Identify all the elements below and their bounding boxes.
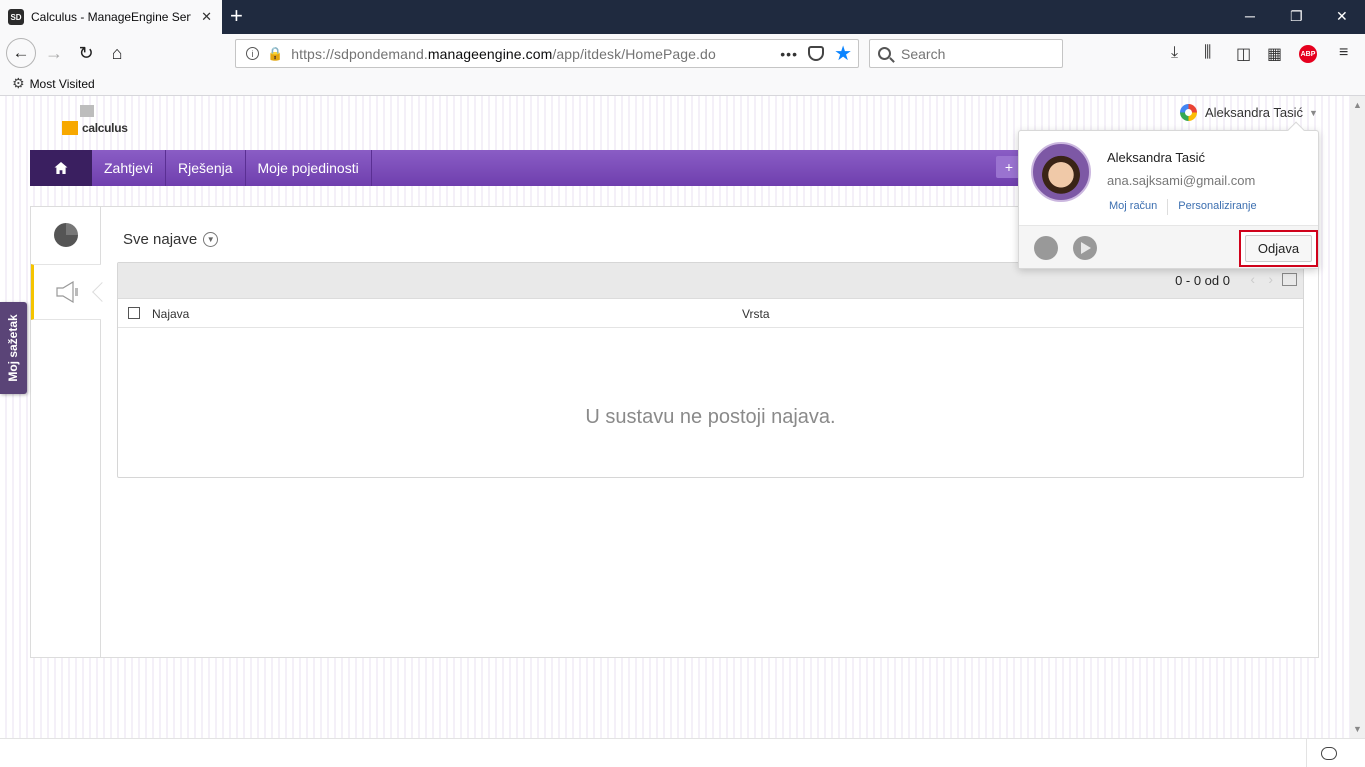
new-tab-icon[interactable]: + [230, 5, 243, 27]
select-all-checkbox[interactable] [128, 307, 140, 319]
bookmark-most-visited[interactable]: Most Visited [30, 77, 95, 91]
extensions-icon[interactable]: ▦ [1267, 44, 1282, 64]
forward-icon[interactable]: → [40, 39, 68, 67]
page-content: calculus Aleksandra Tasić ▼ Zahtjevi Rje… [0, 96, 1350, 738]
logout-button[interactable]: Odjava [1244, 235, 1313, 262]
info-icon[interactable]: i [246, 47, 259, 60]
vertical-scrollbar[interactable]: ▲ ▼ [1350, 96, 1365, 738]
gear-icon: ⚙ [12, 75, 25, 91]
search-bar[interactable] [869, 39, 1063, 68]
url-text[interactable]: https://sdpondemand.manageengine.com/app… [291, 46, 716, 62]
search-input[interactable] [901, 45, 1051, 62]
user-name: Aleksandra Tasić [1205, 105, 1304, 120]
calculus-logo[interactable]: calculus [62, 105, 132, 137]
logout-highlight: Odjava [1239, 230, 1318, 267]
bottom-bar [0, 738, 1365, 767]
search-icon [878, 47, 891, 60]
close-tab-icon[interactable]: ✕ [201, 9, 212, 25]
announcements-widget-tab[interactable] [31, 264, 112, 320]
column-header-najava[interactable]: Najava [152, 307, 189, 321]
google-play-icon[interactable] [1073, 236, 1097, 260]
popup-footer: Odjava [1019, 225, 1318, 268]
scroll-down-icon[interactable]: ▼ [1353, 724, 1362, 734]
downloads-icon[interactable]: ⤓ [1171, 44, 1178, 62]
main-menu: Zahtjevi Rješenja Moje pojedinosti + [30, 150, 1100, 186]
summary-side-tab[interactable]: Moj sažetak [0, 302, 27, 394]
favicon-icon: SD [8, 9, 24, 25]
menu-item-moje-pojedinosti[interactable]: Moje pojedinosti [246, 150, 372, 186]
dashboard-widget-tab[interactable] [31, 207, 101, 263]
bookmark-star-icon[interactable]: ★ [834, 41, 852, 66]
bookmarks-bar: ⚙ Most Visited [0, 72, 1365, 96]
announcements-table: 0 - 0 od 0 ‹ › Najava Vrsta U sustavu ne… [117, 262, 1304, 478]
back-icon[interactable]: ← [6, 38, 36, 68]
avatar [1031, 142, 1091, 202]
widget-column [31, 207, 112, 657]
chevron-down-icon: ▼ [1309, 107, 1318, 118]
chevron-down-icon[interactable]: ▼ [203, 232, 219, 247]
user-menu-toggle[interactable]: Aleksandra Tasić ▼ [1180, 104, 1318, 121]
home-button[interactable] [30, 150, 92, 186]
url-bar[interactable]: i 🔒 https://sdpondemand.manageengine.com… [235, 39, 859, 68]
view-selector[interactable]: Sve najave ▼ [123, 231, 219, 248]
chat-button[interactable] [1306, 739, 1350, 767]
menu-icon[interactable]: ≡ [1339, 44, 1348, 62]
megaphone-icon [55, 281, 78, 303]
apple-app-icon[interactable] [1034, 236, 1058, 260]
library-icon[interactable]: ⫼ [1204, 44, 1211, 62]
next-page-icon[interactable]: › [1268, 271, 1273, 287]
page-actions-icon[interactable]: ••• [780, 46, 798, 62]
lock-icon: 🔒 [267, 45, 284, 61]
sidebar-icon[interactable]: ◫ [1236, 44, 1251, 64]
pagination-text: 0 - 0 od 0 [1175, 273, 1230, 288]
user-popup: Aleksandra Tasić ana.sajksami@gmail.com … [1018, 121, 1319, 269]
pocket-icon[interactable] [808, 46, 824, 61]
table-header: Najava Vrsta [118, 299, 1303, 328]
adblock-icon[interactable]: ABP [1299, 45, 1317, 63]
prev-page-icon[interactable]: ‹ [1250, 271, 1255, 287]
my-account-link[interactable]: Moj račun [1109, 200, 1157, 215]
home-icon[interactable]: ⌂ [103, 39, 131, 67]
popup-user-email: ana.sajksami@gmail.com [1107, 173, 1256, 188]
column-header-vrsta[interactable]: Vrsta [742, 307, 770, 321]
popup-user-name: Aleksandra Tasić [1107, 150, 1206, 165]
house-icon [54, 162, 68, 174]
chat-icon [1320, 747, 1337, 760]
menu-item-zahtjevi[interactable]: Zahtjevi [92, 150, 167, 186]
google-icon [1180, 104, 1197, 121]
scroll-up-icon[interactable]: ▲ [1353, 100, 1362, 110]
window-close-icon[interactable]: ✕ [1336, 8, 1348, 25]
personalize-link[interactable]: Personaliziranje [1178, 200, 1256, 215]
empty-message: U sustavu ne postoji najava. [585, 406, 836, 428]
restore-icon[interactable]: ❐ [1290, 8, 1303, 25]
minimize-icon[interactable]: ─ [1245, 8, 1255, 24]
browser-tab-bar: SD Calculus - ManageEngine ServiceDesk ✕… [0, 0, 1365, 34]
browser-nav-bar: ← → ↻ ⌂ i 🔒 https://sdpondemand.manageen… [0, 34, 1365, 72]
reload-icon[interactable]: ↻ [72, 39, 100, 67]
tab-title: Calculus - ManageEngine ServiceDesk [31, 10, 191, 24]
browser-tab[interactable]: SD Calculus - ManageEngine ServiceDesk ✕ [0, 0, 222, 34]
view-title: Sve najave [123, 231, 198, 248]
pie-chart-icon [54, 223, 78, 247]
column-chooser-icon[interactable] [1282, 273, 1297, 286]
menu-item-rjesenja[interactable]: Rješenja [166, 150, 246, 186]
main-panel: Sve najave ▼ 0 - 0 od 0 ‹ › Najava Vrsta… [30, 206, 1319, 658]
